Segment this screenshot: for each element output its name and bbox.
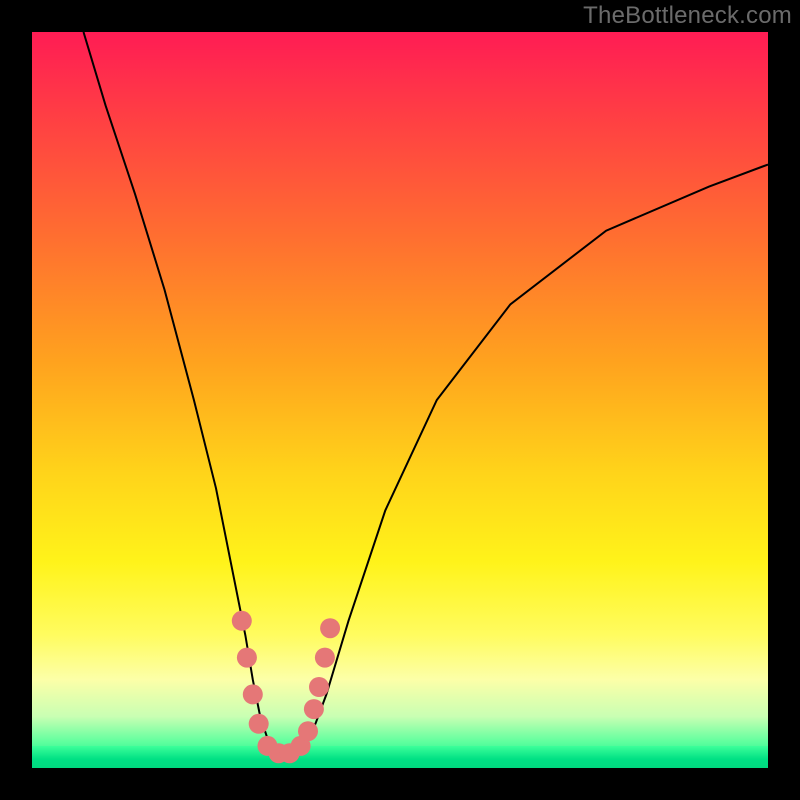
marker-dot: [315, 648, 335, 668]
marker-dot: [237, 648, 257, 668]
marker-dot: [304, 699, 324, 719]
marker-dot: [243, 684, 263, 704]
marker-dot: [232, 611, 252, 631]
marker-dot: [298, 721, 318, 741]
curve-svg: [32, 32, 768, 768]
marker-dot: [320, 618, 340, 638]
marker-dot: [249, 714, 269, 734]
outer-frame: TheBottleneck.com: [0, 0, 800, 800]
bottleneck-curve-path: [84, 32, 769, 757]
marker-dot: [309, 677, 329, 697]
plot-area: [32, 32, 768, 768]
attribution-text: TheBottleneck.com: [583, 2, 792, 30]
marker-group: [232, 611, 340, 764]
